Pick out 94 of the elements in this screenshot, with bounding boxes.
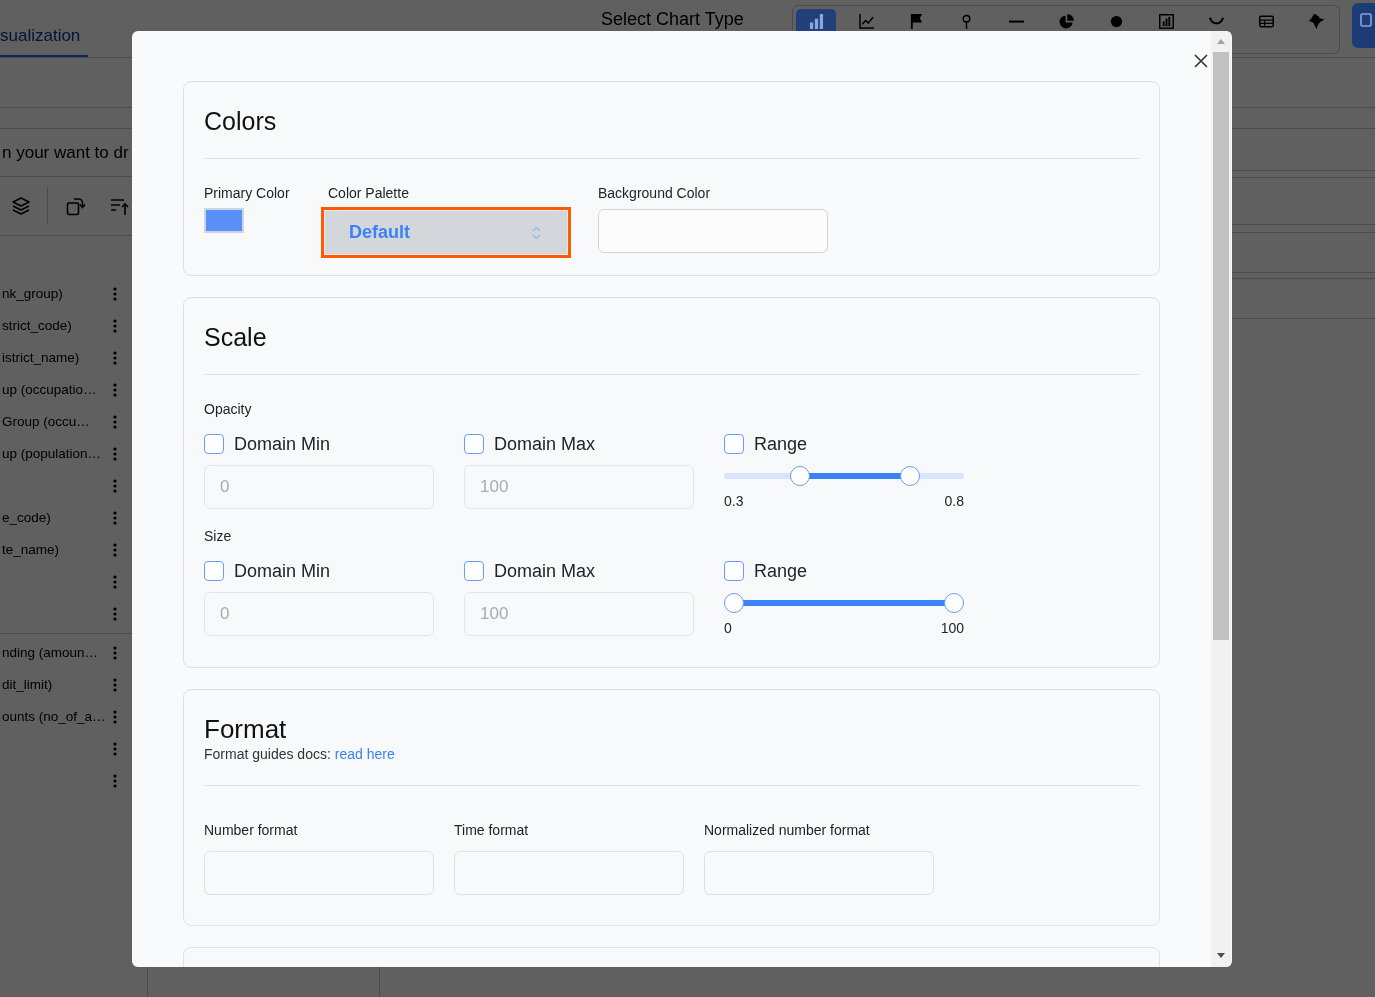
- scroll-down-icon[interactable]: [1217, 953, 1225, 958]
- kebab-menu-icon[interactable]: [113, 607, 117, 621]
- field-name[interactable]: Group (occu…: [2, 413, 90, 431]
- group-label: Opacity: [204, 400, 253, 419]
- field-name[interactable]: dit_limit): [2, 676, 53, 694]
- field-name[interactable]: up (occupatio…: [2, 381, 97, 399]
- input-field[interactable]: 0: [204, 592, 434, 636]
- field-label: Number format: [204, 821, 299, 840]
- kebab-menu-icon[interactable]: [113, 774, 117, 788]
- field-label: Background Color: [598, 184, 712, 203]
- table-icon: [1258, 14, 1274, 29]
- line-chart-icon: [858, 14, 874, 29]
- field-name[interactable]: up (population…: [2, 445, 102, 463]
- page-title: Select Chart Type: [601, 8, 744, 30]
- color-input-field[interactable]: [598, 209, 828, 253]
- square-icon: [1360, 13, 1372, 27]
- input-field[interactable]: 0: [204, 465, 434, 509]
- field-label: Primary Color: [204, 184, 291, 203]
- checkbox-label: Range: [754, 560, 808, 583]
- kebab-menu-icon[interactable]: [113, 742, 117, 756]
- checkbox[interactable]: [204, 561, 224, 581]
- slider-thumb[interactable]: [790, 466, 810, 486]
- input-field[interactable]: [704, 851, 934, 895]
- range-slider[interactable]: [724, 593, 964, 613]
- input-field[interactable]: [204, 851, 434, 895]
- tab[interactable]: sualization: [0, 0, 88, 57]
- kebab-menu-icon[interactable]: [113, 710, 117, 724]
- column-chart-icon: [1158, 14, 1174, 29]
- scrollbar-thumb[interactable]: [1213, 52, 1229, 640]
- range-max-label: 0.8: [944, 492, 964, 510]
- section-title: Colors: [204, 106, 278, 136]
- input-field[interactable]: [454, 851, 684, 895]
- input-field[interactable]: 100: [464, 465, 694, 509]
- field-label: Color Palette: [328, 184, 410, 203]
- map-icon: [1308, 14, 1324, 29]
- color-swatch-icon[interactable]: [204, 208, 244, 233]
- field-name[interactable]: e_code): [2, 509, 51, 527]
- field-name[interactable]: te_name): [2, 541, 60, 559]
- group-label: Size: [204, 527, 233, 546]
- checkbox-label: Domain Min: [234, 560, 331, 583]
- search-field[interactable]: n your want to dr: [0, 132, 132, 173]
- kebab-menu-icon[interactable]: [113, 543, 117, 557]
- field-label: Time format: [454, 821, 530, 840]
- checkbox[interactable]: [464, 434, 484, 454]
- palette-select[interactable]: Default: [321, 207, 571, 258]
- checkbox[interactable]: [724, 434, 744, 454]
- field-name[interactable]: ounts (no_of_a…: [2, 708, 106, 726]
- kebab-menu-icon[interactable]: [113, 287, 117, 301]
- format-guide-text: Format guides docs: read here: [204, 745, 396, 764]
- field-label: Normalized number format: [704, 821, 871, 840]
- checkbox[interactable]: [464, 561, 484, 581]
- field-name[interactable]: istrict_name): [2, 349, 80, 367]
- dot-icon: [1108, 14, 1124, 29]
- checkbox-label: Domain Min: [234, 433, 331, 456]
- range-max-label: 100: [940, 619, 964, 637]
- kebab-menu-icon[interactable]: [113, 351, 117, 365]
- input-field[interactable]: 100: [464, 592, 694, 636]
- section-title: Scale: [204, 322, 268, 352]
- flag-icon: [908, 14, 924, 29]
- close-icon: [1194, 54, 1208, 68]
- docs-link[interactable]: read here: [334, 746, 395, 762]
- pie-chart-icon: [1058, 14, 1074, 29]
- rotate-icon[interactable]: [66, 196, 86, 216]
- kebab-menu-icon[interactable]: [113, 678, 117, 692]
- toolbar-button[interactable]: [1352, 3, 1375, 48]
- scroll-up-icon[interactable]: [1217, 39, 1225, 44]
- scrollbar[interactable]: [1211, 31, 1231, 967]
- section-title: Format: [204, 714, 288, 744]
- kebab-menu-icon[interactable]: [113, 646, 117, 660]
- checkbox-label: Domain Max: [494, 433, 596, 456]
- kebab-menu-icon[interactable]: [113, 383, 117, 397]
- range-min-label: 0: [724, 619, 732, 637]
- slider-thumb[interactable]: [724, 593, 744, 613]
- kebab-menu-icon[interactable]: [113, 575, 117, 589]
- field-name[interactable]: nk_group): [2, 285, 63, 303]
- bar-chart-icon: [808, 14, 824, 29]
- slider-thumb[interactable]: [944, 593, 964, 613]
- checkbox[interactable]: [204, 434, 224, 454]
- kebab-menu-icon[interactable]: [113, 511, 117, 525]
- kebab-menu-icon[interactable]: [113, 319, 117, 333]
- sort-icon[interactable]: [110, 196, 129, 216]
- field-name[interactable]: strict_code): [2, 317, 72, 335]
- range-min-label: 0.3: [724, 492, 744, 510]
- checkbox[interactable]: [724, 561, 744, 581]
- kebab-menu-icon[interactable]: [113, 415, 117, 429]
- kebab-menu-icon[interactable]: [113, 447, 117, 461]
- layers-icon[interactable]: [11, 196, 31, 216]
- checkbox-label: Range: [754, 433, 808, 456]
- kebab-menu-icon[interactable]: [113, 479, 117, 493]
- slider-thumb[interactable]: [900, 466, 920, 486]
- range-slider[interactable]: [724, 466, 964, 486]
- field-name[interactable]: nding (amoun…: [2, 644, 99, 662]
- checkbox-label: Domain Max: [494, 560, 596, 583]
- up-down-chevron-icon: [532, 225, 541, 240]
